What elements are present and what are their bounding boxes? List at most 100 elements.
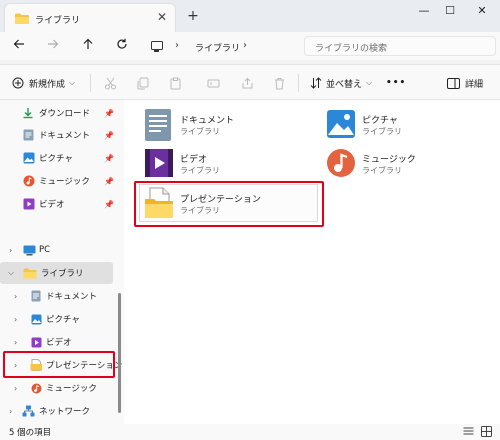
- library-tile-videos[interactable]: ビデオ ライブラリ: [140, 145, 320, 185]
- address-bar[interactable]: › ライブラリ ›: [143, 36, 293, 56]
- divider: [298, 74, 299, 92]
- sidebar-item-pictures[interactable]: ピクチャ 📌: [0, 147, 114, 169]
- share-button[interactable]: [241, 74, 254, 92]
- title-bar: ライブラリ ✕ + — ☐ ✕: [0, 0, 500, 32]
- pin-icon[interactable]: 📌: [104, 177, 114, 186]
- chevron-right-icon: ›: [175, 40, 179, 51]
- document-library-icon: [145, 109, 171, 141]
- document-icon: [23, 129, 34, 141]
- pin-icon[interactable]: 📌: [104, 154, 114, 163]
- status-bar: 5 個の項目: [0, 424, 500, 440]
- sidebar-item-label: ピクチャ: [39, 154, 73, 164]
- pc-icon: [151, 41, 163, 52]
- video-icon: [31, 337, 42, 347]
- sidebar-item-downloads[interactable]: ダウンロード 📌: [0, 102, 114, 124]
- new-label: 新規作成: [29, 79, 66, 90]
- tab-close-button[interactable]: ✕: [155, 10, 169, 24]
- sidebar-item-pc[interactable]: › PC: [0, 239, 113, 261]
- chevron-right-icon[interactable]: ›: [14, 384, 17, 393]
- chevron-right-icon[interactable]: ›: [9, 407, 12, 416]
- refresh-icon: [117, 38, 127, 49]
- pc-icon: [23, 245, 36, 255]
- close-window-button[interactable]: ✕: [462, 0, 500, 24]
- cut-button[interactable]: [104, 74, 117, 92]
- tab-title: ライブラリ: [35, 16, 81, 26]
- rename-button[interactable]: [207, 74, 220, 92]
- more-options-button[interactable]: •••: [386, 74, 406, 92]
- sidebar-item-label: ビデオ: [46, 338, 72, 348]
- pin-icon[interactable]: 📌: [104, 131, 114, 140]
- folder-icon: [23, 268, 37, 278]
- tile-type: ライブラリ: [180, 127, 220, 136]
- copy-icon: [137, 77, 149, 89]
- sidebar-item-library[interactable]: ⌵ ライブラリ: [0, 262, 113, 284]
- document-icon: [31, 290, 41, 302]
- back-button[interactable]: [10, 37, 28, 55]
- sidebar-item-label: ライブラリ: [41, 269, 84, 279]
- chevron-down-icon[interactable]: ⌵: [8, 268, 14, 278]
- rename-icon: [207, 79, 220, 87]
- chevron-right-icon[interactable]: ›: [14, 292, 17, 301]
- sidebar-item-videos[interactable]: ビデオ 📌: [0, 193, 114, 215]
- details-pane-icon: [447, 77, 460, 89]
- arrow-up-icon: [83, 38, 93, 49]
- refresh-button[interactable]: [113, 37, 131, 55]
- pin-icon[interactable]: 📌: [104, 109, 114, 118]
- sidebar-item-label: ドキュメント: [39, 131, 91, 141]
- copy-button[interactable]: [136, 74, 149, 92]
- paste-button[interactable]: [169, 74, 182, 92]
- plus-circle-icon: [12, 77, 24, 89]
- sidebar-item-label: ビデオ: [39, 200, 65, 210]
- sidebar-scrollbar[interactable]: [118, 293, 121, 413]
- tab-library[interactable]: ライブラリ ✕: [4, 3, 176, 32]
- command-bar: 新規作成 ⌵ 並べ替え ⌵ ••• 詳細: [0, 64, 500, 100]
- new-button[interactable]: 新規作成 ⌵: [12, 74, 75, 92]
- search-input[interactable]: ライブラリの検索: [315, 41, 387, 54]
- up-button[interactable]: [79, 37, 97, 55]
- music-library-icon: [327, 149, 355, 177]
- delete-button[interactable]: [273, 74, 286, 92]
- tile-type: ライブラリ: [362, 127, 402, 136]
- sidebar-item-network[interactable]: › ネットワーク: [0, 400, 113, 422]
- share-icon: [242, 77, 253, 88]
- chevron-right-icon[interactable]: ›: [14, 315, 17, 324]
- sidebar-item-music[interactable]: ミュージック 📌: [0, 170, 114, 192]
- library-tile-pictures[interactable]: ピクチャ ライブラリ: [322, 106, 494, 146]
- forward-button[interactable]: [44, 37, 62, 55]
- sidebar-item-label: ドキュメント: [46, 292, 98, 302]
- details-view-icon[interactable]: [463, 427, 474, 437]
- music-icon: [31, 383, 42, 393]
- library-tile-music[interactable]: ミュージック ライブラリ: [322, 145, 494, 185]
- details-button[interactable]: 詳細: [447, 74, 483, 92]
- chevron-right-icon[interactable]: ›: [14, 338, 17, 347]
- library-tile-documents[interactable]: ドキュメント ライブラリ: [140, 106, 320, 146]
- sort-icon: [310, 77, 322, 89]
- search-box[interactable]: ライブラリの検索: [304, 36, 496, 56]
- picture-icon: [23, 152, 35, 164]
- sidebar-item-library-documents[interactable]: › ドキュメント: [0, 285, 113, 307]
- arrow-right-icon: [48, 39, 59, 49]
- chevron-down-icon: ⌵: [69, 78, 76, 87]
- chevron-right-icon[interactable]: ›: [9, 246, 12, 255]
- sidebar-item-library-videos[interactable]: › ビデオ: [0, 331, 113, 353]
- sort-button[interactable]: 並べ替え ⌵: [310, 74, 372, 92]
- sidebar-item-label: ミュージック: [46, 384, 97, 394]
- download-icon: [23, 108, 33, 119]
- tile-name: ビデオ: [180, 155, 208, 165]
- large-icons-view-icon[interactable]: [481, 426, 492, 437]
- tile-name: ドキュメント: [180, 116, 235, 126]
- pin-icon[interactable]: 📌: [104, 200, 114, 209]
- network-icon: [22, 405, 35, 417]
- sidebar-item-library-pictures[interactable]: › ピクチャ: [0, 308, 113, 330]
- sidebar-item-label: ダウンロード: [39, 109, 91, 119]
- new-tab-button[interactable]: +: [186, 9, 200, 23]
- sidebar-item-label: ネットワーク: [39, 407, 91, 417]
- chevron-right-icon[interactable]: ›: [243, 40, 247, 51]
- music-icon: [23, 175, 35, 187]
- arrow-left-icon: [13, 39, 24, 49]
- sidebar-item-documents[interactable]: ドキュメント 📌: [0, 124, 114, 146]
- breadcrumb-library[interactable]: ライブラリ: [195, 41, 240, 54]
- item-count: 5 個の項目: [9, 428, 52, 438]
- sidebar-item-library-music[interactable]: › ミュージック: [0, 377, 113, 399]
- tile-name: ミュージック: [362, 155, 416, 165]
